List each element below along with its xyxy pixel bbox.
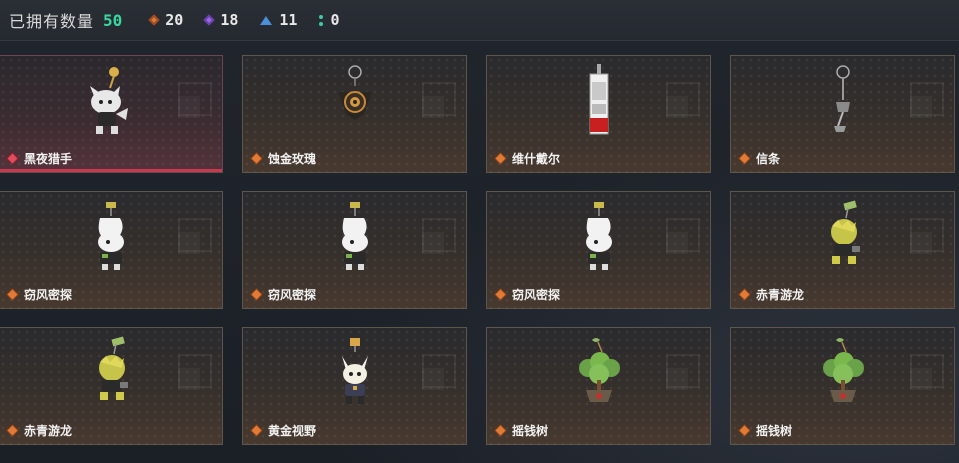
charm-card[interactable]: 黑夜猎手: [0, 55, 223, 173]
rank-diamond-icon: [7, 289, 18, 300]
rank-b-value: 11: [279, 11, 298, 29]
charm-card[interactable]: 窃风密探: [0, 191, 223, 309]
rank-diamond-icon: [739, 153, 750, 164]
charm-card[interactable]: 维什戴尔: [486, 55, 711, 173]
charm-card[interactable]: 赤青游龙: [0, 327, 223, 445]
charm-card[interactable]: 信条: [730, 55, 955, 173]
charm-name-text: 维什戴尔: [512, 152, 561, 166]
charm-name-text: 信条: [756, 152, 781, 166]
charm-name: 摇钱树: [739, 422, 793, 439]
rank-a-count: 18: [203, 11, 239, 29]
rabbit-figure-charm-icon: [97, 202, 124, 270]
rank-diamond-icon: [7, 425, 18, 436]
rank-diamond-icon: [495, 425, 506, 436]
charm-name: 摇钱树: [495, 422, 549, 439]
charm-name-text: 摇钱树: [512, 424, 549, 438]
money-tree-charm-icon: [578, 338, 620, 402]
owned-label: 已拥有数量: [9, 12, 95, 31]
charm-name: 信条: [739, 150, 781, 167]
charm-name-text: 窃风密探: [512, 288, 561, 302]
charm-name-text: 赤青游龙: [24, 424, 73, 438]
charm-card[interactable]: 黄金视野: [242, 327, 467, 445]
charm-name: 窃风密探: [7, 286, 73, 303]
charm-name-text: 蚀金玫瑰: [268, 152, 317, 166]
rabbit-figure-charm-icon: [585, 202, 612, 270]
fox-figure-charm-icon: [341, 338, 368, 404]
dragon-figure-charm-icon: [98, 336, 128, 400]
rank-diamond-icon: [495, 153, 506, 164]
rank-c-value: 0: [330, 11, 340, 29]
charm-card[interactable]: 蚀金玫瑰: [242, 55, 467, 173]
charm-card[interactable]: 窃风密探: [242, 191, 467, 309]
charm-name: 赤青游龙: [7, 422, 73, 439]
charm-name-text: 窃风密探: [24, 288, 73, 302]
charm-card[interactable]: 摇钱树: [730, 327, 955, 445]
purple-diamond-icon: [203, 14, 216, 26]
rank-diamond-icon: [251, 153, 262, 164]
orange-diamond-icon: [148, 14, 160, 26]
collection-summary-bar: 已拥有数量 50 20 18 11 0: [0, 0, 959, 41]
rank-s-count: 20: [148, 11, 184, 29]
charm-name: 黄金视野: [251, 422, 317, 439]
charm-card[interactable]: 赤青游龙: [730, 191, 955, 309]
charm-name-text: 黑夜猎手: [24, 152, 73, 166]
charm-name: 蚀金玫瑰: [251, 150, 317, 167]
rank-diamond-icon: [495, 289, 506, 300]
charm-name: 窃风密探: [251, 286, 317, 303]
charm-card[interactable]: 摇钱树: [486, 327, 711, 445]
rabbit-figure-charm-icon: [341, 202, 368, 270]
charm-grid: 黑夜猎手 蚀金玫瑰 维什戴尔 信条 窃风密探 窃风密探 窃风密探 赤青游龙 赤青…: [0, 55, 955, 445]
rank-diamond-icon: [7, 153, 18, 164]
money-tree-charm-icon: [822, 338, 864, 402]
owned-count: 50: [103, 10, 123, 30]
charm-name: 维什戴尔: [495, 150, 561, 167]
rank-s-value: 20: [165, 11, 184, 29]
charm-name-text: 黄金视野: [268, 424, 317, 438]
rank-diamond-icon: [739, 289, 750, 300]
blue-triangle-icon: [260, 15, 273, 25]
rank-b-count: 11: [260, 11, 297, 29]
charm-name: 赤青游龙: [739, 286, 805, 303]
charm-name: 窃风密探: [495, 286, 561, 303]
charm-name: 黑夜猎手: [7, 150, 73, 167]
dragon-figure-charm-icon: [830, 200, 860, 264]
cat-figure-charm-icon: [89, 67, 128, 134]
collection-screen: 已拥有数量 50 20 18 11 0 黑夜猎手 蚀金玫瑰 维什戴尔 信条 窃风…: [0, 0, 959, 463]
charm-name-text: 摇钱树: [756, 424, 793, 438]
rose-medallion-charm-icon: [337, 65, 372, 120]
rank-a-value: 18: [220, 11, 239, 29]
charm-card[interactable]: 窃风密探: [486, 191, 711, 309]
rank-diamond-icon: [251, 289, 262, 300]
key-charm-icon: [833, 65, 850, 132]
rank-diamond-icon: [739, 425, 750, 436]
rank-c-count: 0: [319, 11, 340, 29]
card-charm-icon: [589, 64, 608, 135]
charm-name-text: 窃风密探: [268, 288, 317, 302]
rank-diamond-icon: [251, 425, 262, 436]
green-dots-icon: [319, 14, 324, 26]
charm-name-text: 赤青游龙: [756, 288, 805, 302]
